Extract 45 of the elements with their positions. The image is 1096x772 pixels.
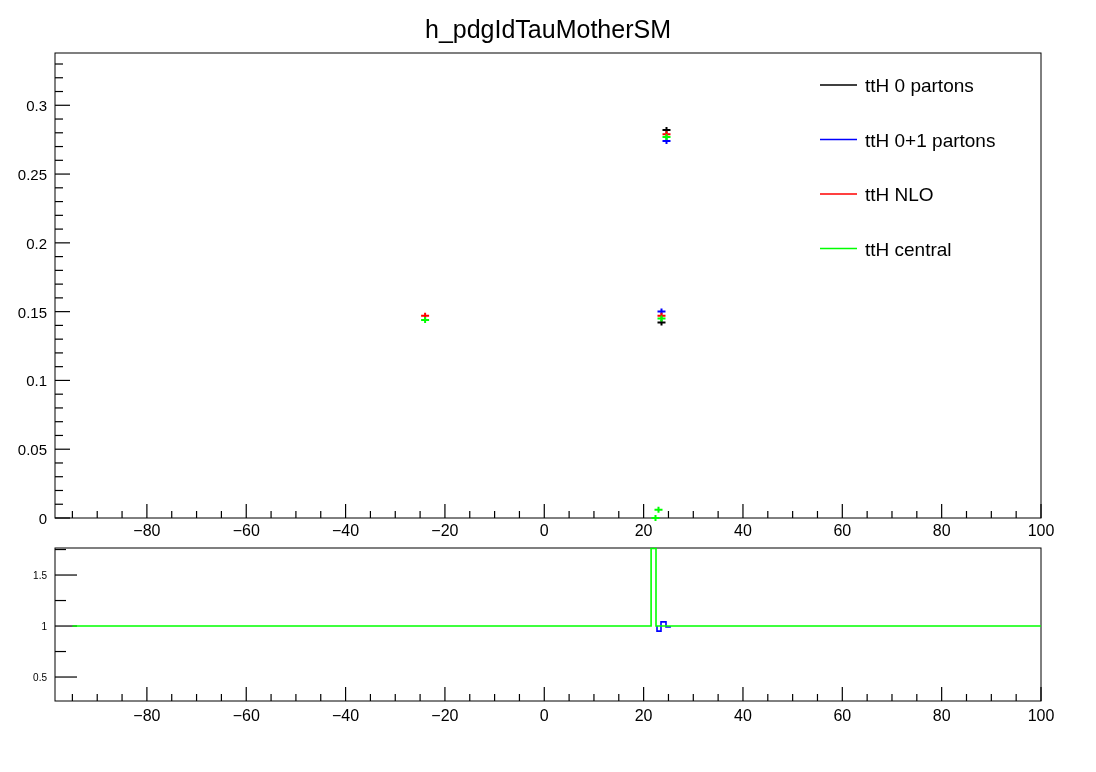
data-point [420, 311, 431, 320]
legend-line [819, 138, 858, 141]
data-point [656, 311, 667, 320]
legend-label: ttH 0 partons [865, 75, 974, 96]
x-tick-label: −80 [133, 522, 161, 539]
legend-line [819, 247, 858, 250]
y-tick-label: 0.2 [26, 234, 47, 252]
x-tick-label: 80 [932, 522, 951, 539]
y-tick-label: 0 [38, 510, 47, 527]
x-tick-label: 0 [539, 522, 549, 539]
x-tick-label: −40 [332, 707, 360, 724]
data-point [656, 307, 667, 316]
y-tick-label: 0.05 [17, 441, 47, 459]
data-point [656, 314, 667, 323]
legend-label: ttH central [865, 238, 952, 260]
legend-line [819, 84, 858, 86]
y-tick-label: 0.15 [17, 303, 47, 321]
x-tick-label: 60 [833, 522, 852, 539]
y-tick-label: 0.1 [26, 372, 47, 390]
x-tick-label: 80 [932, 707, 951, 724]
x-tick-label: −60 [232, 522, 260, 539]
y-tick-label: 1.5 [33, 570, 47, 582]
legend-line [819, 193, 858, 195]
y-tick-label: 0.3 [26, 97, 47, 115]
x-tick-label: 20 [634, 522, 653, 539]
x-tick-label: −20 [431, 707, 459, 724]
y-tick-label: 1 [41, 621, 47, 633]
data-point [653, 505, 664, 514]
x-tick-label: −20 [431, 522, 459, 539]
data-point [420, 315, 431, 324]
x-tick-label: 0 [539, 707, 549, 724]
x-tick-label: 60 [833, 707, 852, 724]
y-tick-label: 0.5 [33, 672, 47, 684]
x-tick-label: −80 [133, 707, 161, 724]
legend-label: ttH 0+1 partons [865, 129, 996, 151]
x-tick-label: 40 [734, 522, 752, 539]
x-tick-label: −60 [232, 707, 260, 724]
x-tick-label: 20 [634, 707, 653, 724]
x-tick-label: 40 [734, 707, 752, 724]
x-tick-label: 100 [1027, 707, 1055, 724]
legend-label: ttH NLO [865, 184, 934, 205]
y-tick-label: 0.25 [17, 166, 47, 184]
x-tick-label: −40 [332, 522, 360, 539]
plot-title: h_pdgIdTauMotherSM [425, 14, 671, 45]
x-tick-label: 100 [1027, 522, 1055, 539]
